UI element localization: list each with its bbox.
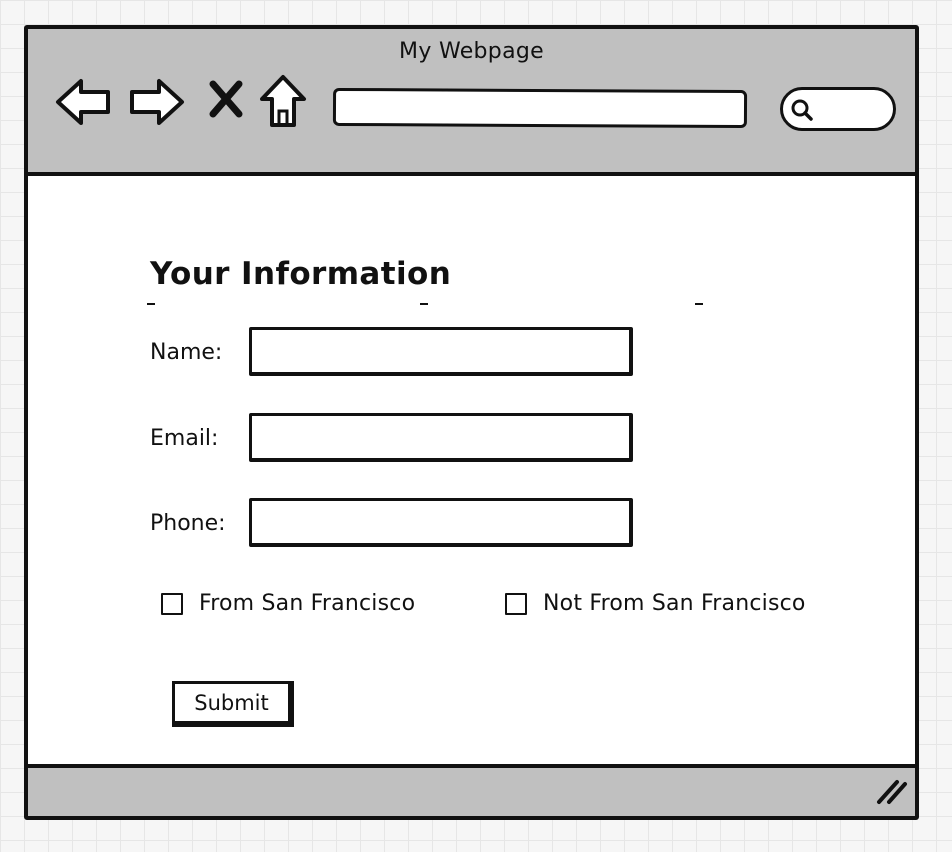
browser-window: My Webpage Your Information Name: Email:… [24,25,919,820]
not-from-sf-checkbox[interactable] [505,592,527,615]
submit-button[interactable]: Submit [172,681,294,727]
stop-x-icon[interactable] [208,79,244,119]
page-content: Your Information Name: Email: Phone: Fro… [28,176,915,769]
back-arrow-icon[interactable] [54,77,114,127]
form-title: Your Information [150,256,452,292]
window-title: My Webpage [399,39,544,64]
name-field[interactable] [249,327,633,376]
from-sf-checkbox[interactable] [161,592,183,615]
home-icon[interactable] [258,73,308,129]
from-sf-checkbox-row[interactable]: From San Francisco [161,591,415,616]
from-sf-label: From San Francisco [199,591,416,616]
phone-field[interactable] [249,498,633,547]
email-label: Email: [150,426,219,451]
status-bar [28,764,915,816]
not-from-sf-checkbox-row[interactable]: Not From San Francisco [505,591,806,616]
email-field[interactable] [249,413,633,462]
resize-grip-icon[interactable] [875,776,909,810]
divider-tick [147,303,155,305]
not-from-sf-label: Not From San Francisco [543,591,806,616]
search-box[interactable] [780,87,896,131]
search-icon [789,97,815,127]
url-bar[interactable] [332,87,748,129]
browser-toolbar: My Webpage [28,29,915,176]
forward-arrow-icon[interactable] [126,77,186,127]
name-label: Name: [150,340,223,365]
divider-tick [695,303,703,305]
divider-tick [420,303,428,305]
phone-label: Phone: [150,511,226,536]
